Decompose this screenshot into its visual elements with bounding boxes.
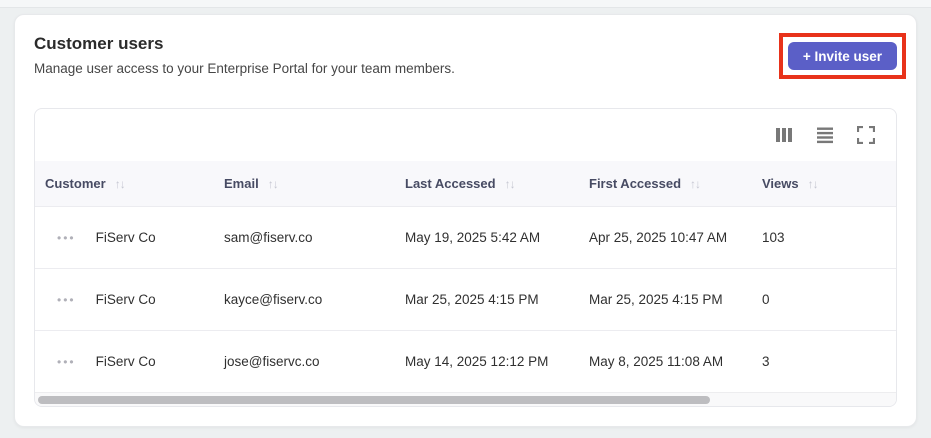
column-header-label: Email bbox=[224, 176, 259, 191]
table-row: ••• FiServ Co kayce@fiserv.co Mar 25, 20… bbox=[35, 268, 896, 330]
target-highlight-box: + Invite user bbox=[778, 33, 906, 79]
columns-icon[interactable] bbox=[775, 126, 793, 144]
table-toolbar bbox=[35, 109, 896, 161]
customer-cell: ••• FiServ Co bbox=[35, 292, 224, 307]
column-header-label: First Accessed bbox=[589, 176, 682, 191]
column-header-label: Last Accessed bbox=[405, 176, 496, 191]
fullscreen-icon[interactable] bbox=[857, 126, 875, 144]
column-header-views[interactable]: Views ↑↓ bbox=[762, 176, 896, 191]
page-subtitle: Manage user access to your Enterprise Po… bbox=[34, 61, 455, 76]
customer-name: FiServ Co bbox=[95, 230, 156, 245]
page-title: Customer users bbox=[34, 34, 164, 53]
header-text-block: Customer users Manage user access to you… bbox=[34, 32, 455, 79]
sort-icon[interactable]: ↑↓ bbox=[268, 178, 279, 190]
column-header-last-accessed[interactable]: Last Accessed ↑↓ bbox=[405, 176, 589, 191]
last-accessed-cell: May 14, 2025 12:12 PM bbox=[405, 354, 549, 369]
views-cell: 103 bbox=[762, 230, 785, 245]
column-header-label: Views bbox=[762, 176, 799, 191]
row-density-icon[interactable] bbox=[816, 126, 834, 144]
column-header-label: Customer bbox=[45, 176, 106, 191]
table-header-row: Customer ↑↓ Email ↑↓ Last Accessed ↑↓ Fi… bbox=[35, 161, 896, 206]
column-header-first-accessed[interactable]: First Accessed ↑↓ bbox=[589, 176, 762, 191]
previous-card-edge bbox=[0, 0, 931, 8]
email-cell: kayce@fiserv.co bbox=[224, 292, 323, 307]
table-row: ••• FiServ Co jose@fiservc.co May 14, 20… bbox=[35, 330, 896, 392]
invite-user-button[interactable]: + Invite user bbox=[787, 42, 897, 70]
last-accessed-cell: May 19, 2025 5:42 AM bbox=[405, 230, 541, 245]
sort-icon[interactable]: ↑↓ bbox=[505, 178, 516, 190]
customer-name: FiServ Co bbox=[95, 292, 156, 307]
column-header-email[interactable]: Email ↑↓ bbox=[224, 176, 405, 191]
table-row: ••• FiServ Co sam@fiserv.co May 19, 2025… bbox=[35, 206, 896, 268]
users-table-container: Customer ↑↓ Email ↑↓ Last Accessed ↑↓ Fi… bbox=[34, 108, 897, 407]
row-menu-ellipsis-icon[interactable]: ••• bbox=[57, 232, 76, 244]
first-accessed-cell: Mar 25, 2025 4:15 PM bbox=[589, 292, 723, 307]
customer-cell: ••• FiServ Co bbox=[35, 230, 224, 245]
views-cell: 3 bbox=[762, 354, 770, 369]
column-header-customer[interactable]: Customer ↑↓ bbox=[35, 176, 224, 191]
page-background: { "header": { "title": "Customer users",… bbox=[0, 0, 931, 438]
sort-icon[interactable]: ↑↓ bbox=[808, 178, 819, 190]
horizontal-scrollbar-thumb[interactable] bbox=[38, 396, 710, 404]
views-cell: 0 bbox=[762, 292, 770, 307]
card-header: Customer users Manage user access to you… bbox=[15, 15, 916, 108]
customer-users-card: Customer users Manage user access to you… bbox=[14, 14, 917, 427]
row-menu-ellipsis-icon[interactable]: ••• bbox=[57, 294, 76, 306]
last-accessed-cell: Mar 25, 2025 4:15 PM bbox=[405, 292, 539, 307]
sort-icon[interactable]: ↑↓ bbox=[115, 178, 126, 190]
email-cell: jose@fiservc.co bbox=[224, 354, 320, 369]
first-accessed-cell: May 8, 2025 11:08 AM bbox=[589, 354, 724, 369]
horizontal-scrollbar-track[interactable] bbox=[35, 392, 896, 406]
customer-cell: ••• FiServ Co bbox=[35, 354, 224, 369]
customer-name: FiServ Co bbox=[95, 354, 156, 369]
first-accessed-cell: Apr 25, 2025 10:47 AM bbox=[589, 230, 728, 245]
row-menu-ellipsis-icon[interactable]: ••• bbox=[57, 356, 76, 368]
email-cell: sam@fiserv.co bbox=[224, 230, 313, 245]
sort-icon[interactable]: ↑↓ bbox=[690, 178, 701, 190]
